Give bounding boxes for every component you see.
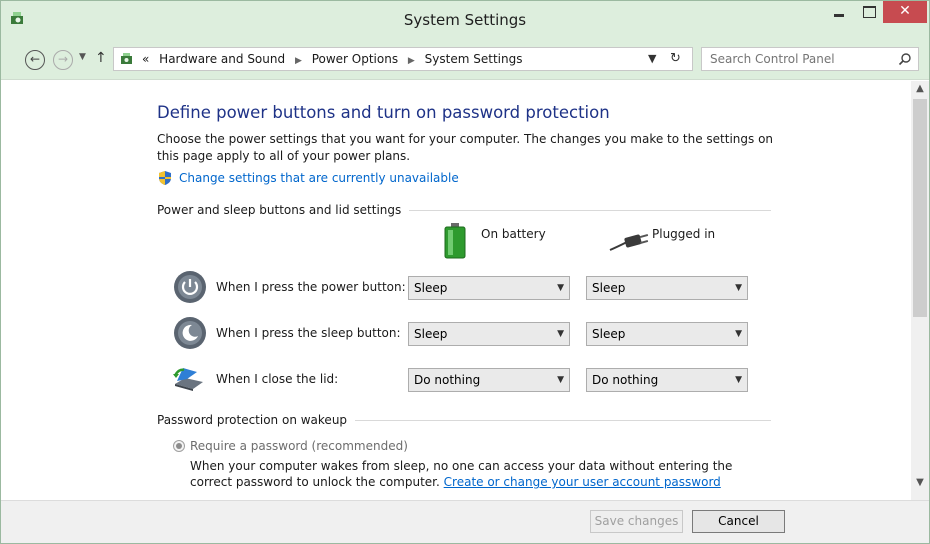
power-button-battery-select[interactable]: Sleep ▼ [408, 276, 570, 300]
recent-locations-icon[interactable]: ▼ [79, 52, 86, 62]
chevron-down-icon: ▼ [557, 329, 564, 339]
scroll-down-icon[interactable]: ▼ [911, 477, 929, 488]
search-box[interactable] [701, 47, 919, 71]
change-settings-link[interactable]: Change settings that are currently unava… [179, 171, 459, 185]
laptop-lid-icon [173, 368, 203, 391]
breadcrumb-system-settings[interactable]: System Settings [425, 52, 523, 66]
require-password-radio[interactable] [173, 440, 185, 452]
breadcrumb-separator-icon[interactable]: ▶ [295, 56, 302, 66]
forward-button[interactable]: → [53, 50, 73, 70]
uac-shield-icon [159, 171, 171, 185]
sleep-button-icon [174, 317, 206, 349]
system-settings-window: System Settings ✕ ← → ▼ ↑ « Hardware and… [0, 0, 930, 544]
lid-close-battery-select[interactable]: Do nothing ▼ [408, 368, 570, 392]
up-icon[interactable]: ↑ [95, 50, 107, 66]
control-panel-icon [121, 53, 132, 64]
refresh-icon[interactable]: ↻ [670, 51, 681, 66]
breadcrumb-power-options[interactable]: Power Options [312, 52, 398, 66]
sleep-button-label: When I press the sleep button: [216, 326, 401, 340]
select-value: Do nothing [592, 373, 659, 387]
power-button-plugged-select[interactable]: Sleep ▼ [586, 276, 748, 300]
chevron-down-icon: ▼ [557, 283, 564, 293]
maximize-button[interactable] [855, 1, 881, 23]
breadcrumb-separator-icon[interactable]: ▶ [408, 56, 415, 66]
breadcrumb: « Hardware and Sound ▶ Power Options ▶ S… [142, 52, 522, 66]
save-changes-button[interactable]: Save changes [590, 510, 683, 533]
password-section-label: Password protection on wakeup [157, 413, 356, 427]
search-input[interactable] [702, 48, 888, 70]
chevron-down-icon: ▼ [557, 375, 564, 385]
buttons-section-label: Power and sleep buttons and lid settings [157, 203, 410, 217]
sleep-button-plugged-select[interactable]: Sleep ▼ [586, 322, 748, 346]
cancel-button[interactable]: Cancel [692, 510, 785, 533]
address-bar[interactable]: « Hardware and Sound ▶ Power Options ▶ S… [113, 47, 693, 71]
battery-icon [444, 223, 466, 259]
power-button-label: When I press the power button: [216, 280, 406, 294]
select-value: Sleep [414, 281, 448, 295]
breadcrumb-overflow[interactable]: « [142, 52, 149, 66]
scroll-thumb[interactable] [913, 99, 927, 317]
chevron-down-icon: ▼ [735, 329, 742, 339]
select-value: Sleep [592, 281, 626, 295]
scroll-up-icon[interactable]: ▲ [911, 83, 929, 94]
navigation-bar: ← → ▼ ↑ « Hardware and Sound ▶ Power Opt… [1, 39, 929, 80]
window-title: System Settings [403, 11, 527, 29]
select-value: Do nothing [414, 373, 481, 387]
require-password-label: Require a password (recommended) [190, 439, 408, 453]
footer-bar: Save changes Cancel [1, 500, 929, 543]
vertical-scrollbar[interactable]: ▲ ▼ [911, 81, 929, 500]
lid-close-label: When I close the lid: [216, 372, 339, 386]
chevron-down-icon: ▼ [735, 375, 742, 385]
address-dropdown-icon[interactable]: ▼ [648, 52, 656, 65]
main-content: Define power buttons and turn on passwor… [1, 81, 911, 500]
minimize-button[interactable] [826, 1, 852, 23]
chevron-down-icon: ▼ [735, 283, 742, 293]
on-battery-header: On battery [481, 227, 546, 241]
select-value: Sleep [592, 327, 626, 341]
select-value: Sleep [414, 327, 448, 341]
search-icon[interactable] [898, 52, 912, 66]
page-title: Define power buttons and turn on passwor… [157, 103, 610, 122]
power-plug-icon [609, 233, 649, 251]
plugged-in-header: Plugged in [652, 227, 716, 241]
require-password-description: When your computer wakes from sleep, no … [190, 458, 770, 490]
power-button-icon [174, 271, 206, 303]
lid-close-plugged-select[interactable]: Do nothing ▼ [586, 368, 748, 392]
page-description: Choose the power settings that you want … [157, 132, 774, 163]
back-button[interactable]: ← [25, 50, 45, 70]
close-button[interactable]: ✕ [883, 1, 927, 23]
change-password-link[interactable]: Create or change your user account passw… [444, 475, 721, 489]
breadcrumb-hardware-and-sound[interactable]: Hardware and Sound [159, 52, 285, 66]
title-bar: System Settings ✕ [1, 1, 929, 39]
sleep-button-battery-select[interactable]: Sleep ▼ [408, 322, 570, 346]
